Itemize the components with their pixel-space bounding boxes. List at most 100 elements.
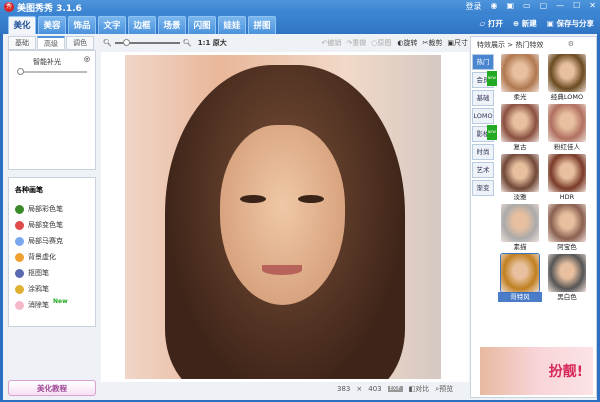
effect-item[interactable]: 黑白色: [545, 254, 589, 302]
category-tab[interactable]: 基础: [472, 90, 494, 106]
photo-canvas[interactable]: [125, 55, 441, 379]
effect-item[interactable]: 粉红佳人: [545, 104, 589, 152]
weibo-icon[interactable]: ◉: [490, 1, 497, 12]
effect-item[interactable]: 阿宝色: [545, 204, 589, 252]
exif-button[interactable]: EXIF: [387, 386, 403, 392]
brush-label: 消除笔: [28, 301, 49, 309]
blur-icon: [15, 252, 24, 262]
brush-label: 局部彩色笔: [28, 205, 63, 213]
new-button[interactable]: ⊕ 新建: [513, 18, 537, 29]
minimize-icon[interactable]: —: [556, 1, 564, 12]
category-tab[interactable]: 影楼 NEW: [472, 125, 497, 142]
preview-button[interactable]: ⌕预览: [435, 384, 453, 394]
tab-flash[interactable]: 闪图: [188, 16, 216, 34]
settings-icon[interactable]: ⚙: [568, 40, 574, 48]
crop-button[interactable]: ✂裁剪: [423, 38, 443, 48]
subtab-basic[interactable]: 基础: [8, 36, 36, 50]
close-icon[interactable]: ✕: [589, 1, 596, 12]
color-brush-icon: [15, 204, 24, 214]
effect-item[interactable]: HDR: [545, 154, 589, 202]
brush-doodle[interactable]: 涂鸦笔: [15, 281, 89, 297]
canvas-area: [101, 52, 469, 382]
effect-label: 柔光: [513, 93, 527, 101]
menu-icon[interactable]: ▢: [540, 1, 548, 12]
tab-beautify[interactable]: 美化: [8, 16, 36, 34]
subtab-color[interactable]: 调色: [66, 36, 94, 50]
status-bar: 383 × 403 EXIF ◧对比 ⌕预览: [337, 384, 453, 394]
brush-mosaic[interactable]: 局部马赛克: [15, 233, 89, 249]
effect-label: 淡雅: [513, 193, 527, 201]
brush-background-blur[interactable]: 背景虚化: [15, 249, 89, 265]
rotate-label: 旋转: [403, 39, 418, 47]
skin-icon[interactable]: ▣: [506, 1, 514, 12]
redo-label: 重做: [352, 39, 367, 47]
image-width: 383: [337, 385, 351, 393]
category-tab[interactable]: 艺术: [472, 162, 494, 178]
tab-scene[interactable]: 场景: [158, 16, 186, 34]
effect-item[interactable]: 淡雅: [498, 154, 542, 202]
category-tab[interactable]: 会员 NEW: [472, 71, 497, 88]
compare-button[interactable]: ◧对比: [409, 384, 430, 394]
actual-size-button[interactable]: 1:1 原大: [198, 38, 227, 48]
zoom-out-icon[interactable]: 🔍︎: [103, 39, 112, 47]
effect-label: 粉红佳人: [554, 143, 580, 151]
category-tab[interactable]: LOMO: [472, 108, 494, 124]
zoom-knob[interactable]: [122, 39, 130, 46]
category-tab[interactable]: 热门: [472, 54, 494, 70]
maximize-icon[interactable]: ☐: [573, 1, 580, 12]
tab-frame[interactable]: 边框: [128, 16, 156, 34]
dimension-separator: ×: [356, 385, 363, 393]
category-tab[interactable]: 渐变: [472, 180, 494, 196]
subtab-advanced[interactable]: 高级: [37, 36, 65, 50]
tab-collage[interactable]: 拼图: [248, 16, 276, 34]
slider-knob[interactable]: [17, 68, 24, 75]
effect-thumbnail: [501, 104, 539, 142]
tutorial-button[interactable]: 美化教程: [8, 380, 96, 396]
category-label: 时尚: [476, 148, 490, 156]
save-share-button[interactable]: ▣ 保存与分享: [547, 18, 594, 29]
brush-local-color[interactable]: 局部彩色笔: [15, 201, 89, 217]
category-tab[interactable]: 时尚: [472, 144, 494, 160]
zoom-in-icon[interactable]: 🔍︎: [183, 39, 192, 47]
zoom-slider[interactable]: [114, 39, 180, 46]
main-tab-bar: 美化 美容 饰品 文字 边框 场景 闪图 娃娃 拼图 ▱ 打开 ⊕ 新建 ▣ 保…: [0, 14, 600, 34]
effect-item[interactable]: 复古: [498, 104, 542, 152]
effect-thumbnail: [548, 104, 586, 142]
category-label: 渐变: [476, 184, 490, 192]
undo-button[interactable]: ↶撤销: [322, 38, 342, 48]
tab-text[interactable]: 文字: [98, 16, 126, 34]
rotate-button[interactable]: ◐旋转: [397, 38, 417, 48]
brush-local-recolor[interactable]: 局部变色笔: [15, 217, 89, 233]
reset-icon[interactable]: ◎: [84, 55, 90, 63]
effect-item[interactable]: 经典LOMO: [545, 54, 589, 102]
effects-breadcrumb: 特效展示 > 热门特效: [477, 41, 544, 49]
photo-eye: [298, 195, 324, 203]
effect-item[interactable]: 素描: [498, 204, 542, 252]
tab-beauty[interactable]: 美容: [38, 16, 66, 34]
workspace: 基础 高级 调色 智能补光 ◎ 各种画笔 局部彩色笔 局部变色笔 局部马赛克 背…: [3, 34, 597, 400]
redo-button[interactable]: ↷重做: [346, 38, 366, 48]
new-label: 新建: [521, 19, 537, 28]
effects-panel: 特效展示 > 热门特效 ⚙ 热门 会员 NEW 基础 LOMO 影楼 NEW 时尚艺术渐变 柔光…: [470, 36, 597, 398]
effect-label: 哥特风: [498, 292, 542, 302]
cutout-icon: [15, 268, 24, 278]
tab-accessories[interactable]: 饰品: [68, 16, 96, 34]
feedback-icon[interactable]: ▭: [523, 1, 531, 12]
effect-thumbnail: [501, 54, 539, 92]
smart-fill-slider[interactable]: [17, 68, 87, 75]
effect-item[interactable]: 哥特风: [498, 253, 542, 302]
effect-item[interactable]: 柔光: [498, 54, 542, 102]
ad-banner[interactable]: 扮靓!: [480, 347, 593, 395]
resize-button[interactable]: ▣尺寸: [447, 38, 468, 48]
brush-cutout[interactable]: 抠图笔: [15, 265, 89, 281]
brush-eraser[interactable]: 消除笔 New: [15, 297, 89, 313]
original-button[interactable]: ○原图: [371, 38, 391, 48]
image-height: 403: [368, 385, 382, 393]
effect-thumbnail: [501, 204, 539, 242]
resize-label: 尺寸: [454, 39, 468, 47]
tab-doll[interactable]: 娃娃: [218, 16, 246, 34]
open-button[interactable]: ▱ 打开: [480, 18, 503, 29]
login-link[interactable]: 登录: [465, 1, 481, 12]
original-label: 原图: [377, 39, 392, 47]
photo-mouth: [262, 265, 302, 275]
